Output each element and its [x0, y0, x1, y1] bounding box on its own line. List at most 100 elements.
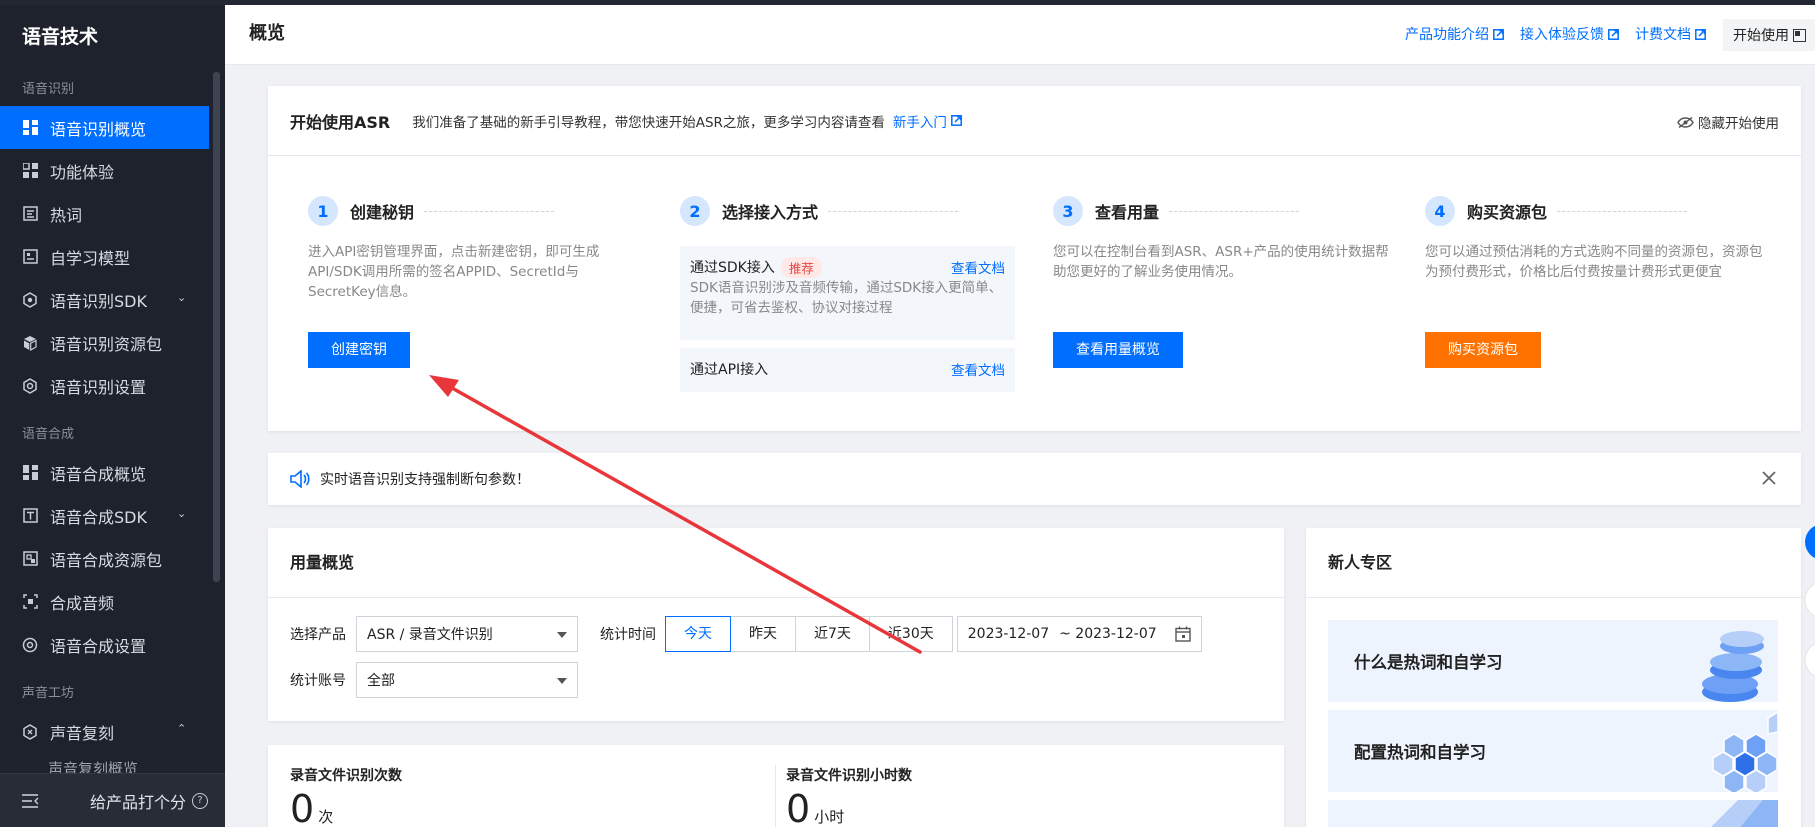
banner-illustration-icon — [1711, 800, 1778, 827]
rate-product-link[interactable]: 给产品打个分 — [90, 789, 186, 813]
sidebar-scrollbar[interactable] — [213, 72, 220, 582]
hide-getting-started[interactable]: 隐藏开始使用 — [1677, 112, 1779, 132]
coins-illustration-icon — [1702, 631, 1764, 702]
start-using-button[interactable]: 开始使用 — [1723, 19, 1815, 51]
time-label: 统计时间 — [600, 627, 656, 643]
sidebar-item-label: 语音识别SDK — [50, 291, 147, 311]
newbie-item-hotword-intro[interactable]: 什么是热词和自学习 — [1328, 620, 1778, 702]
sdk-access-option[interactable]: 通过SDK接入 推荐 查看文档 SDK语音识别涉及音频传输，通过SDK接入更简单、便… — [680, 246, 1015, 340]
account-select[interactable]: 全部 — [356, 662, 578, 698]
sidebar-item-label: 功能体验 — [50, 162, 115, 182]
create-key-button[interactable]: 创建密钥 — [308, 332, 410, 368]
product-intro-link[interactable]: 产品功能介绍 — [1405, 24, 1504, 44]
calendar-icon — [1174, 626, 1191, 642]
external-link-icon — [1493, 28, 1504, 40]
billing-doc-link[interactable]: 计费文档 — [1635, 24, 1706, 44]
stat-value: 0 — [786, 787, 811, 827]
external-link-icon — [1608, 28, 1619, 40]
question-icon: ? — [192, 792, 209, 809]
stat-record-count: 录音文件识别次数 0次 — [290, 765, 402, 827]
range-7-days[interactable]: 近7天 — [795, 616, 870, 652]
api-access-option[interactable]: 通过API接入 查看文档 — [680, 348, 1015, 392]
sidebar-item-asr-sdk[interactable]: 语音识别SDK ⌄ — [0, 278, 225, 321]
usage-overview-title: 用量概览 — [268, 528, 1284, 598]
date-from: 2023-12-07 — [967, 626, 1050, 642]
account-label: 统计账号 — [290, 673, 346, 689]
step-number: 2 — [680, 196, 710, 226]
sdk-access-label: 通过SDK接入 — [690, 260, 775, 276]
floating-toolbar[interactable] — [1803, 520, 1815, 700]
sdk-doc-link[interactable]: 查看文档 — [951, 257, 1005, 277]
usage-overview-card: 用量概览 选择产品 ASR / 录音文件识别 统计时间 今天 昨天 近7天 近3… — [268, 528, 1284, 721]
notice-text: 实时语音识别支持强制断句参数！ — [320, 472, 530, 488]
external-link-icon — [1695, 28, 1706, 40]
sidebar-item-feature-trial[interactable]: 功能体验 — [0, 149, 225, 192]
link-label: 产品功能介绍 — [1405, 27, 1489, 43]
sdk-icon — [22, 291, 38, 308]
step-title: 选择接入方式 — [722, 203, 819, 222]
sidebar-item-tts-sdk[interactable]: 语音合成SDK ⌄ — [0, 494, 225, 537]
dashboard-icon — [22, 120, 38, 136]
sidebar-item-voice-clone[interactable]: 声音复刻 ⌃ — [0, 710, 225, 753]
step-desc: 您可以通过预估消耗的方式选购不同量的资源包，资源包为预付费形式，价格比后付费按量… — [1425, 244, 1763, 280]
sidebar-item-label: 语音识别概览 — [50, 119, 147, 139]
external-link-icon — [950, 115, 962, 126]
hexagon-illustration-icon — [1712, 711, 1778, 792]
range-yesterday[interactable]: 昨天 — [730, 616, 796, 652]
page-title: 概览 — [249, 23, 285, 44]
apps-icon — [22, 163, 38, 179]
panel-icon — [1793, 28, 1806, 42]
stat-unit: 小时 — [814, 808, 845, 826]
top-bar — [0, 0, 1815, 5]
collapse-menu-icon[interactable] — [22, 793, 42, 808]
product-select[interactable]: ASR / 录音文件识别 — [356, 616, 578, 652]
newbie-zone-title: 新人专区 — [1306, 528, 1801, 598]
api-doc-link[interactable]: 查看文档 — [951, 359, 1005, 379]
sidebar-item-label: 合成音频 — [50, 593, 115, 613]
step-number: 1 — [308, 196, 338, 226]
buy-package-button[interactable]: 购买资源包 — [1425, 332, 1541, 368]
sidebar-item-self-learning[interactable]: 自学习模型 — [0, 235, 225, 278]
sidebar-item-tts-audio[interactable]: 合成音频 — [0, 580, 225, 623]
beginner-guide-link[interactable]: 新手入门 — [893, 111, 962, 131]
step-buy-package: 4 购买资源包 您可以通过预估消耗的方式选购不同量的资源包，资源包为预付费形式，价… — [1425, 196, 1763, 282]
sidebar-item-asr-settings[interactable]: 语音识别设置 — [0, 364, 225, 407]
settings-icon — [22, 377, 38, 394]
date-to: ~ 2023-12-07 — [1059, 626, 1157, 642]
link-label: 计费文档 — [1635, 27, 1691, 43]
sidebar-item-asr-overview[interactable]: 语音识别概览 — [0, 106, 209, 149]
hide-label: 隐藏开始使用 — [1698, 116, 1779, 132]
date-range-picker[interactable]: 2023-12-07 ~ 2023-12-07 — [956, 616, 1202, 652]
sidebar-item-tts-overview[interactable]: 语音合成概览 — [0, 451, 225, 494]
view-usage-button[interactable]: 查看用量概览 — [1053, 332, 1183, 368]
eye-off-icon — [1677, 116, 1694, 128]
newbie-item-more[interactable] — [1328, 800, 1778, 827]
sidebar-group-voice-studio: 声音工坊 — [22, 686, 75, 701]
step-divider — [424, 210, 555, 212]
close-icon[interactable] — [1759, 468, 1779, 488]
sidebar-item-label: 语音合成概览 — [50, 464, 147, 484]
sidebar-item-tts-package[interactable]: 语音合成资源包 — [0, 537, 225, 580]
sidebar-item-tts-settings[interactable]: 语音合成设置 — [0, 623, 225, 666]
sidebar-group-asr: 语音识别 — [22, 82, 75, 97]
step-desc: 进入API密钥管理界面，点击新建密钥，即可生成API/SDK调用所需的签名APP… — [308, 244, 600, 300]
product-select-value: ASR / 录音文件识别 — [367, 627, 493, 643]
feedback-link[interactable]: 接入体验反馈 — [1520, 24, 1619, 44]
sidebar-item-label: 声音复刻 — [50, 723, 115, 743]
getting-started-card: 开始使用ASR 我们准备了基础的新手引导教程，带您快速开始ASR之旅，更多学习内… — [268, 86, 1801, 431]
sidebar-item-asr-package[interactable]: 语音识别资源包 — [0, 321, 225, 364]
range-today[interactable]: 今天 — [665, 616, 731, 652]
hotword-icon — [22, 206, 38, 222]
sidebar-item-label: 语音识别设置 — [50, 377, 147, 397]
step-create-key: 1 创建秘钥 进入API密钥管理界面，点击新建密钥，即可生成API/SDK调用所需… — [308, 196, 638, 302]
range-30-days[interactable]: 近30天 — [868, 616, 953, 652]
stat-unit: 次 — [318, 808, 334, 826]
sdk-access-desc: SDK语音识别涉及音频传输，通过SDK接入更简单、便捷，可省去鉴权、协议对接过程 — [690, 280, 1003, 316]
settings-icon — [22, 637, 38, 653]
sidebar-item-hotword[interactable]: 热词 — [0, 192, 225, 235]
audio-icon — [22, 594, 38, 610]
sidebar-title: 语音技术 — [22, 26, 99, 48]
newbie-item-hotword-config[interactable]: 配置热词和自学习 — [1328, 710, 1778, 792]
getting-started-header: 开始使用ASR 我们准备了基础的新手引导教程，带您快速开始ASR之旅，更多学习内… — [268, 86, 1801, 156]
sidebar-item-label: 热词 — [50, 205, 83, 225]
